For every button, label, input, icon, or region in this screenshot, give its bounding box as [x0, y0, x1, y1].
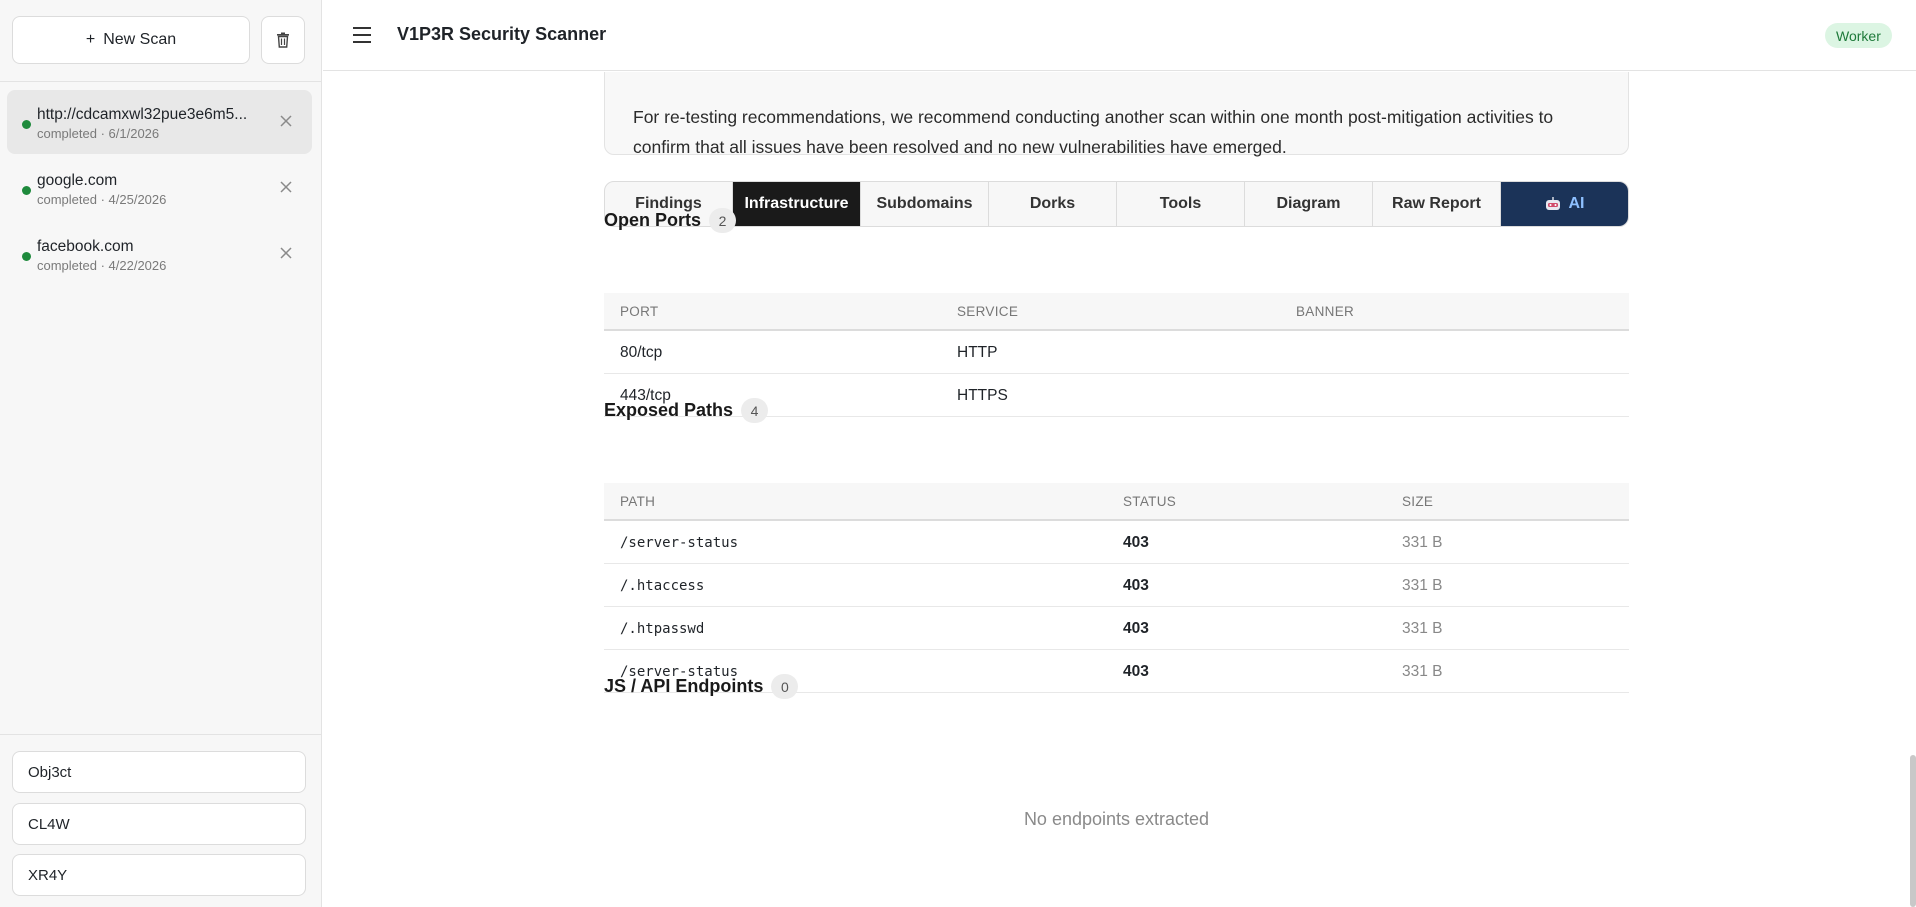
empty-state: No endpoints extracted	[1023, 809, 1210, 829]
path-cell: /server-status	[620, 535, 739, 551]
table-header: PORT SERVICE BANNER	[604, 293, 1629, 331]
path-cell: /.htpasswd	[620, 621, 705, 637]
tab-tools[interactable]: Tools	[1117, 182, 1245, 226]
service-cell: HTTPS	[957, 387, 1008, 404]
column-header: BANNER	[1296, 304, 1355, 319]
scan-list: http://cdcamxwl32pue3e6m5... completed ·…	[0, 88, 322, 286]
menu-icon[interactable]	[353, 26, 373, 44]
column-header: STATUS	[1123, 494, 1177, 509]
report-tabs: Findings Infrastructure Subdomains Dorks…	[604, 181, 1629, 227]
service-cell: HTTP	[957, 344, 998, 361]
main-content: For re-testing recommendations, we recom…	[323, 72, 1916, 907]
section-title: Open Ports	[604, 210, 702, 230]
section-title: Exposed Paths	[604, 400, 734, 420]
trash-icon	[277, 32, 289, 48]
size-cell: 331 B	[1402, 534, 1443, 551]
status-cell: 403	[1123, 534, 1149, 551]
scan-item[interactable]: facebook.com completed · 4/22/2026	[7, 222, 312, 286]
agent-list: Obj3ct CL4W XR4Y	[0, 734, 322, 907]
size-cell: 331 B	[1402, 663, 1443, 680]
tab-dorks[interactable]: Dorks	[989, 182, 1117, 226]
new-scan-label: New Scan	[103, 31, 177, 48]
path-cell: /.htaccess	[620, 578, 705, 594]
delete-all-button[interactable]	[261, 16, 305, 64]
app-title: V1P3R Security Scanner	[397, 24, 607, 44]
count-badge: 0	[771, 674, 799, 699]
table-row: /.htpasswd 403 331 B	[604, 607, 1629, 650]
scan-item[interactable]: http://cdcamxwl32pue3e6m5... completed ·…	[7, 90, 312, 154]
tab-infrastructure[interactable]: Infrastructure	[733, 182, 861, 226]
size-cell: 331 B	[1402, 620, 1443, 637]
scrollbar-thumb[interactable]	[1910, 755, 1916, 907]
table-row: /server-status 403 331 B	[604, 521, 1629, 564]
column-header: SERVICE	[957, 304, 1019, 319]
js-endpoints-heading: JS / API Endpoints 0	[604, 674, 799, 699]
plus-icon: +	[85, 31, 96, 48]
column-header: PATH	[620, 494, 656, 509]
exposed-paths-table: PATH STATUS SIZE /server-status 403 331 …	[604, 483, 1629, 693]
tab-ai-label: AI	[1568, 195, 1585, 212]
status-dot	[22, 252, 31, 261]
sidebar-toolbar: + New Scan	[0, 0, 322, 82]
agent-item[interactable]: CL4W	[12, 803, 306, 845]
tab-raw-report[interactable]: Raw Report	[1373, 182, 1501, 226]
recommendation-card: For re-testing recommendations, we recom…	[604, 72, 1629, 157]
agent-item[interactable]: Obj3ct	[12, 751, 306, 793]
status-cell: 403	[1123, 620, 1149, 637]
close-icon[interactable]	[278, 179, 294, 195]
open-ports-heading: Open Ports 2	[604, 208, 737, 233]
scan-title: http://cdcamxwl32pue3e6m5...	[37, 106, 248, 123]
section-title: JS / API Endpoints	[604, 676, 764, 696]
recommendation-text: For re-testing recommendations, we recom…	[633, 107, 1554, 157]
agent-item[interactable]: XR4Y	[12, 854, 306, 896]
status-cell: 403	[1123, 663, 1149, 680]
column-header: SIZE	[1402, 494, 1434, 509]
scan-item[interactable]: google.com completed · 4/25/2026	[7, 156, 312, 220]
close-icon[interactable]	[278, 245, 294, 261]
tab-subdomains[interactable]: Subdomains	[861, 182, 989, 226]
close-icon[interactable]	[278, 113, 294, 129]
column-header: PORT	[620, 304, 659, 319]
worker-badge: Worker	[1825, 23, 1892, 48]
table-header: PATH STATUS SIZE	[604, 483, 1629, 521]
count-badge: 4	[741, 398, 769, 423]
scan-title: facebook.com	[37, 238, 134, 255]
scan-subtitle: completed · 6/1/2026	[37, 126, 160, 141]
status-dot	[22, 120, 31, 129]
size-cell: 331 B	[1402, 577, 1443, 594]
scan-subtitle: completed · 4/22/2026	[37, 258, 167, 273]
status-dot	[22, 186, 31, 195]
sidebar: + New Scan http://cdcamxwl32pue3e6m5... …	[0, 0, 322, 907]
scan-subtitle: completed · 4/25/2026	[37, 192, 167, 207]
table-row: /.htaccess 403 331 B	[604, 564, 1629, 607]
scan-title: google.com	[37, 172, 118, 189]
robot-icon	[1545, 197, 1560, 210]
tab-diagram[interactable]: Diagram	[1245, 182, 1373, 226]
top-header: V1P3R Security Scanner Worker	[323, 0, 1916, 71]
table-row: 80/tcp HTTP	[604, 331, 1629, 374]
tab-ai[interactable]: AI	[1501, 182, 1628, 226]
exposed-paths-heading: Exposed Paths 4	[604, 398, 769, 423]
port-cell: 80/tcp	[620, 344, 663, 361]
status-cell: 403	[1123, 577, 1149, 594]
new-scan-button[interactable]: + New Scan	[12, 16, 250, 64]
count-badge: 2	[709, 208, 737, 233]
